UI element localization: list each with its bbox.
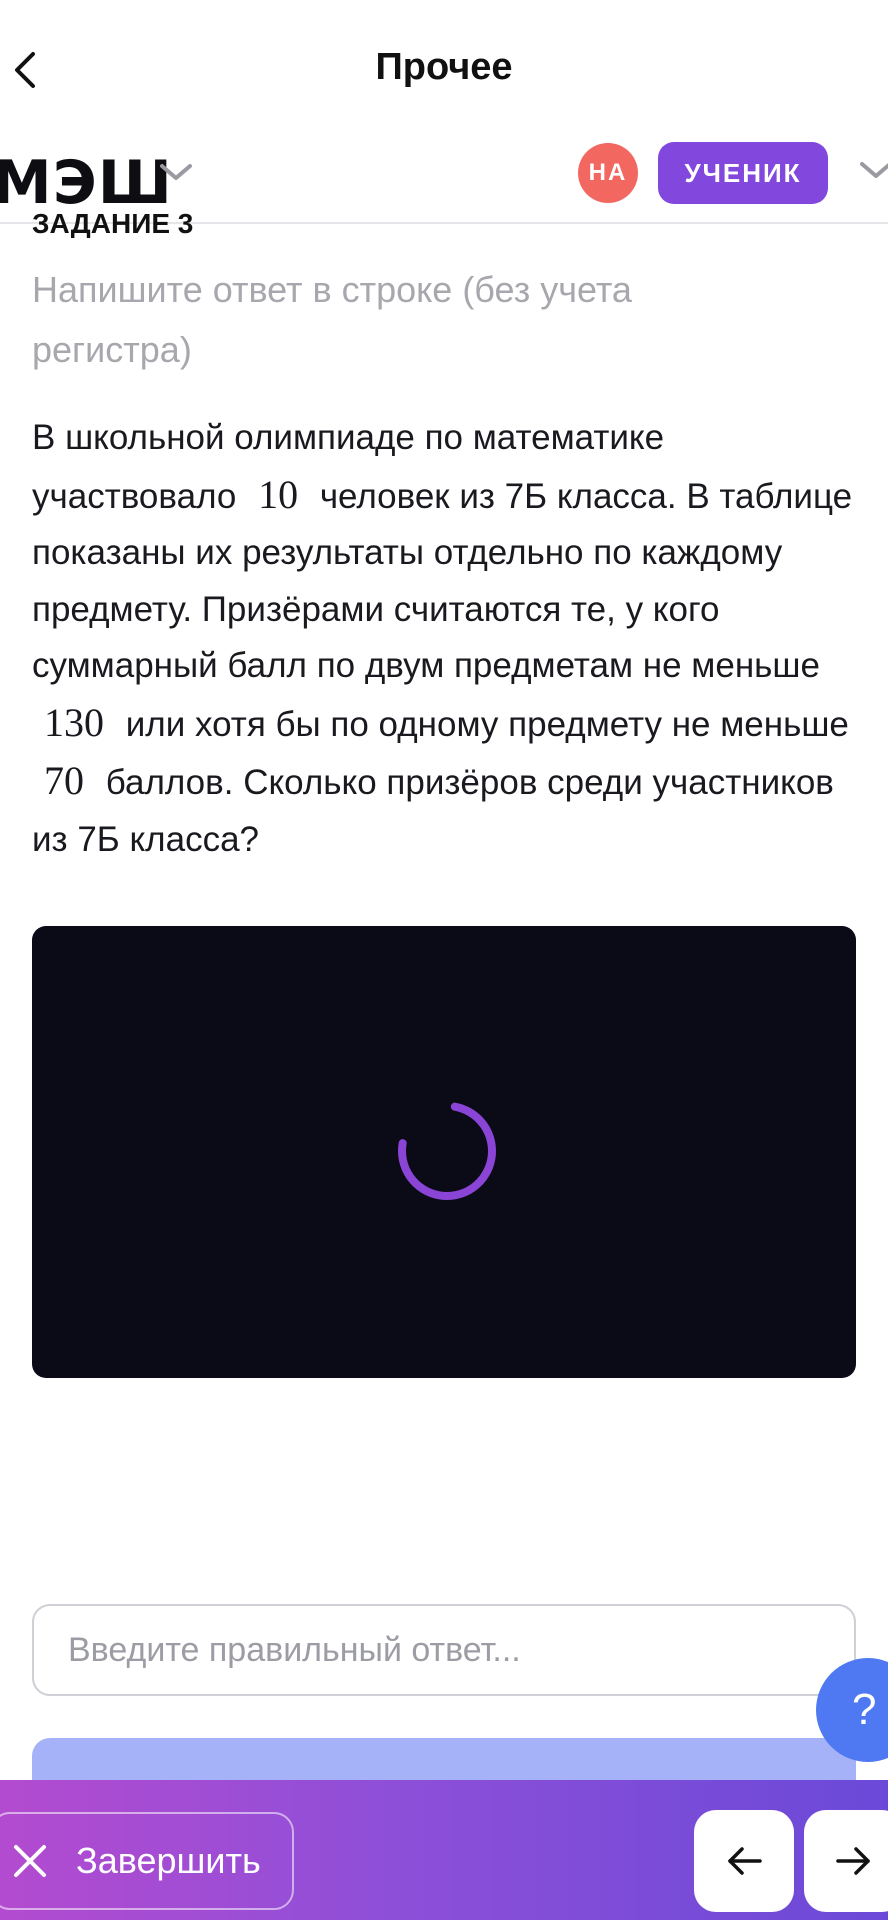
question-part-4: баллов. Сколько призёров среди участнико… xyxy=(32,763,834,859)
finish-label: Завершить xyxy=(76,1840,261,1881)
top-nav-bar: Прочее xyxy=(0,0,888,136)
page-title: Прочее xyxy=(375,46,513,88)
math-number: 130 xyxy=(44,699,104,745)
next-task-button[interactable] xyxy=(804,1810,888,1912)
question-mark-icon: ? xyxy=(852,1685,877,1734)
task-hint: Напишите ответ в строке (без учета регис… xyxy=(32,269,632,370)
math-number: 70 xyxy=(44,758,84,803)
prev-task-button[interactable] xyxy=(694,1810,794,1912)
table-image-loader xyxy=(32,926,856,1378)
task-label: ЗАДАНИЕ 3 xyxy=(32,208,194,238)
avatar[interactable]: НА xyxy=(578,143,638,203)
arrow-right-icon xyxy=(836,1847,870,1875)
question-part-3: или хотя бы по одному предмету не меньше xyxy=(125,704,849,744)
question-text: В школьной олимпиаде по математике участ… xyxy=(32,410,862,868)
chevron-down-icon[interactable] xyxy=(158,160,194,184)
math-number: 10 xyxy=(258,471,299,517)
bottom-action-bar: Завершить xyxy=(0,1780,888,1920)
answer-input[interactable] xyxy=(32,1604,856,1696)
loading-spinner-icon xyxy=(398,1102,496,1200)
arrow-left-icon xyxy=(728,1847,762,1875)
finish-button[interactable]: Завершить xyxy=(0,1812,294,1910)
role-badge[interactable]: УЧЕНИК xyxy=(658,142,828,204)
role-chevron-down-icon[interactable] xyxy=(858,158,888,182)
close-icon xyxy=(14,1845,46,1877)
